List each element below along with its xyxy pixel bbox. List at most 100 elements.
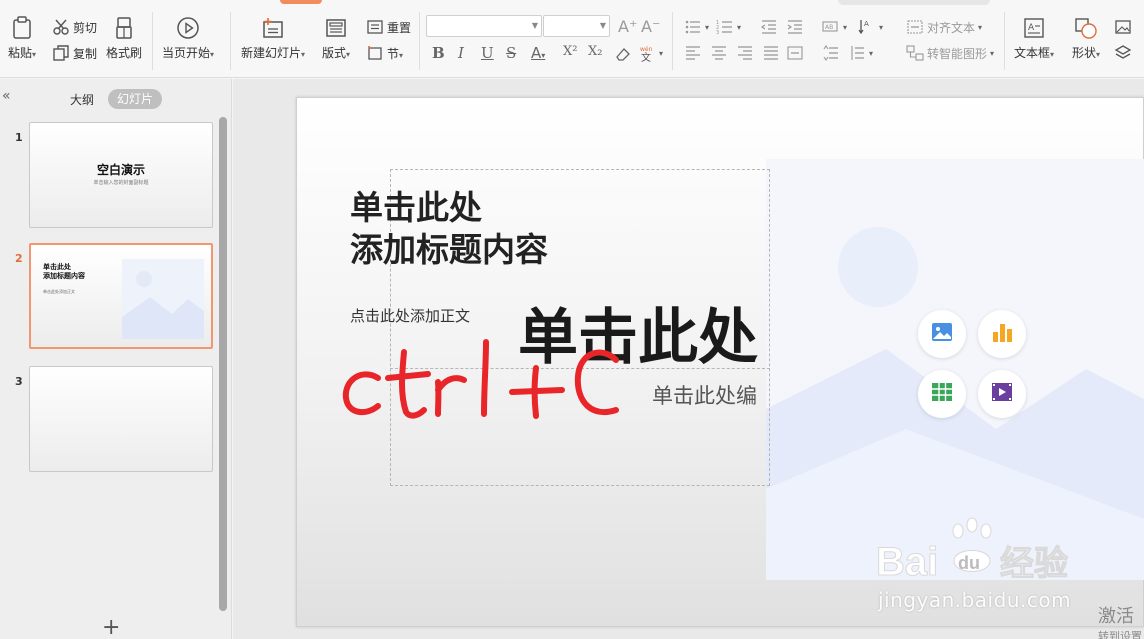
strikethrough-button[interactable]: S xyxy=(506,44,516,62)
bold-glyph: B xyxy=(432,44,445,62)
slide-thumbnail-2[interactable]: 单击此处 添加标题内容 单击此处添加正文 xyxy=(29,243,213,349)
reset-button[interactable]: 重置 xyxy=(366,18,411,36)
paste-button[interactable]: 粘贴▾ xyxy=(8,16,36,61)
panel-scrollbar[interactable] xyxy=(219,117,227,611)
body-placeholder[interactable]: 点击此处添加正文 xyxy=(350,305,470,326)
superscript-button[interactable]: X² xyxy=(563,44,577,59)
thumbnail-illustration xyxy=(122,259,204,339)
bold-button[interactable]: B xyxy=(432,44,445,62)
shape-button[interactable]: 形状▾ xyxy=(1072,16,1100,61)
video-icon xyxy=(990,380,1014,408)
paragraph-spacing-button[interactable]: ▾ xyxy=(848,44,873,62)
activation-notice-sub: 转到设置 xyxy=(1098,630,1142,639)
numbering-button[interactable]: 1 2 3 ▾ xyxy=(716,18,741,36)
italic-glyph: I xyxy=(458,44,464,62)
reset-label: 重置 xyxy=(387,20,412,35)
collapse-panel-icon[interactable]: « xyxy=(2,88,11,104)
cut-label: 剪切 xyxy=(73,20,98,35)
slide-thumbnail-3[interactable] xyxy=(29,366,213,472)
shapes-icon xyxy=(1074,16,1098,40)
group-divider xyxy=(672,12,673,70)
line-spacing-button[interactable] xyxy=(822,44,840,62)
font-name-dropdown[interactable]: ▼ xyxy=(426,15,542,37)
shape-label: 形状 xyxy=(1072,46,1097,60)
tab-slides[interactable]: 幻灯片 xyxy=(108,89,162,109)
insert-chart-button[interactable] xyxy=(978,310,1026,358)
copy-button[interactable]: 复制 xyxy=(52,44,97,62)
slide-number: 2 xyxy=(15,252,23,265)
textbox-button[interactable]: A 文本框▾ xyxy=(1014,16,1054,61)
textbox-icon: A xyxy=(1022,16,1046,40)
active-tab-indicator xyxy=(280,0,322,4)
subscript-button[interactable]: X₂ xyxy=(588,44,602,59)
slide-thumbnail-1[interactable]: 空白演示 单击输入您的封面副标题 xyxy=(29,122,213,228)
group-divider xyxy=(230,12,231,70)
justify-button[interactable] xyxy=(762,44,780,62)
svg-text:经验: 经验 xyxy=(1000,544,1068,584)
indent-icon xyxy=(786,18,804,36)
bar-chart-icon xyxy=(990,320,1014,348)
clear-format-button[interactable] xyxy=(614,45,632,63)
insert-video-button[interactable] xyxy=(978,370,1026,418)
bullet-list-icon xyxy=(684,18,702,36)
play-from-current-button[interactable]: 当页开始▾ xyxy=(162,16,214,61)
insert-table-button[interactable] xyxy=(918,370,966,418)
align-left-button[interactable] xyxy=(684,44,702,62)
picture-icon xyxy=(1114,18,1132,36)
cut-button[interactable]: 剪切 xyxy=(52,18,97,36)
increase-indent-button[interactable] xyxy=(786,18,804,36)
group-divider xyxy=(152,12,153,70)
pasted-subtitle-text[interactable]: 单击此处编 xyxy=(652,380,757,410)
add-slide-button[interactable]: + xyxy=(102,617,120,639)
tab-outline[interactable]: 大纲 xyxy=(70,91,94,108)
format-painter-button[interactable]: 格式刷 xyxy=(106,16,142,61)
align-text-button[interactable]: 对齐文本 ▾ xyxy=(906,18,982,36)
new-slide-button[interactable]: 新建幻灯片▾ xyxy=(241,16,305,61)
arrange-button[interactable] xyxy=(1114,44,1132,62)
search-box-edge[interactable] xyxy=(838,0,990,5)
picture-icon xyxy=(930,320,954,348)
smartart-icon xyxy=(906,44,924,62)
text-direction-button[interactable]: AB ▾ xyxy=(822,18,847,36)
slide-number: 1 xyxy=(15,131,23,144)
textbox-label: 文本框 xyxy=(1014,46,1051,60)
slide-number: 3 xyxy=(15,375,23,388)
underline-glyph: U xyxy=(481,44,494,62)
align-left-icon xyxy=(684,44,702,62)
grow-font-button[interactable]: A⁺ xyxy=(618,17,637,36)
subscript-glyph: X₂ xyxy=(588,44,603,59)
title-placeholder[interactable]: 单击此处 添加标题内容 xyxy=(350,187,548,271)
svg-text:AB: AB xyxy=(825,24,833,31)
group-divider xyxy=(419,12,420,70)
phonetic-guide-button[interactable]: wén 文 ▾ xyxy=(638,44,663,64)
outdent-icon xyxy=(760,18,778,36)
new-slide-label: 新建幻灯片 xyxy=(241,46,302,60)
layout-label: 版式 xyxy=(322,46,347,60)
insert-picture-button[interactable] xyxy=(918,310,966,358)
section-icon xyxy=(366,44,384,62)
distribute-button[interactable] xyxy=(786,44,804,62)
font-size-dropdown[interactable]: ▼ xyxy=(543,15,610,37)
eraser-icon xyxy=(614,45,632,63)
shrink-font-button[interactable]: A⁻ xyxy=(641,17,660,36)
font-color-button[interactable]: A▾ xyxy=(531,44,545,62)
align-text-label: 对齐文本 xyxy=(927,20,976,35)
bullets-button[interactable]: ▾ xyxy=(684,18,709,36)
paragraph-spacing-icon xyxy=(848,44,866,62)
align-right-button[interactable] xyxy=(736,44,754,62)
paintbrush-icon xyxy=(113,16,135,40)
layout-icon xyxy=(324,16,348,40)
thumbnail-body: 单击此处添加正文 xyxy=(43,289,75,294)
sort-az-icon: A xyxy=(858,18,876,36)
decrease-indent-button[interactable] xyxy=(760,18,778,36)
convert-smartart-button[interactable]: 转智能图形 ▾ xyxy=(906,44,994,62)
title-line-2: 添加标题内容 xyxy=(350,230,548,269)
picture-button[interactable] xyxy=(1114,18,1132,36)
underline-button[interactable]: U xyxy=(481,44,494,62)
align-center-button[interactable] xyxy=(710,44,728,62)
line-spacing-sort-button[interactable]: A ▾ xyxy=(858,18,883,36)
svg-text:A: A xyxy=(864,20,869,28)
section-button[interactable]: 节▾ xyxy=(366,44,403,62)
italic-button[interactable]: I xyxy=(458,44,464,62)
layout-button[interactable]: 版式▾ xyxy=(322,16,350,61)
